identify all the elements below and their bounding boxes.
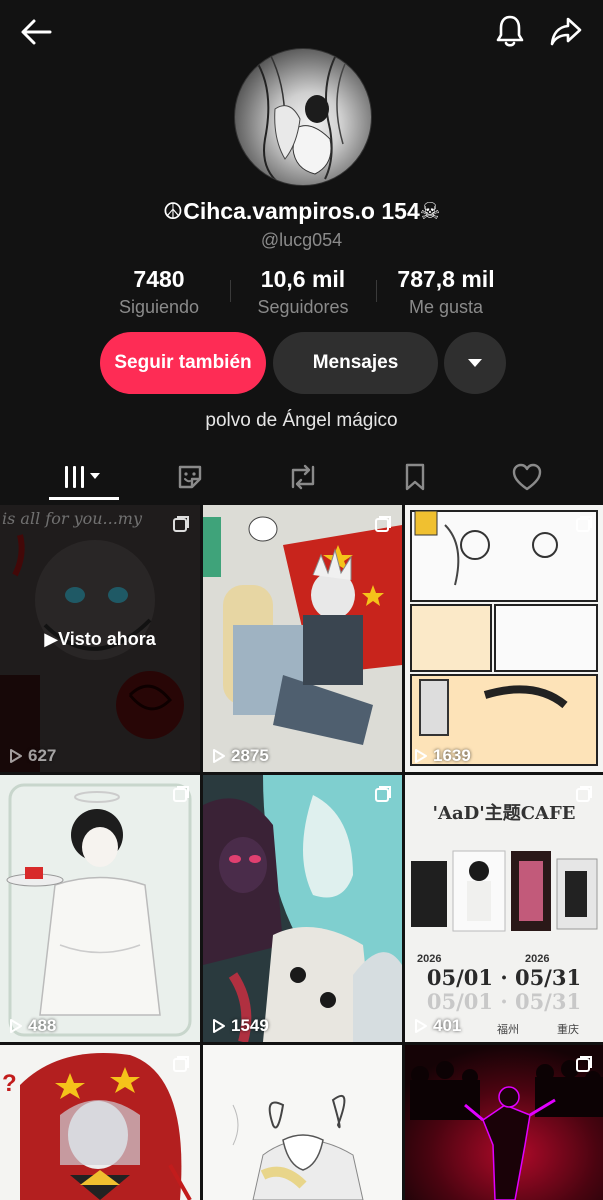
notifications-button[interactable] bbox=[489, 10, 531, 52]
tab-liked[interactable] bbox=[492, 452, 562, 502]
event-city-1: 福州 bbox=[497, 1024, 519, 1036]
display-name: ☮Cihca.vampiros.o 154☠ bbox=[162, 198, 441, 224]
play-outline-icon bbox=[10, 749, 22, 763]
video-thumbnail[interactable]: 2875 bbox=[203, 505, 402, 772]
video-thumbnail[interactable]: is all for you...my ▶Visto ahora 627 bbox=[0, 505, 200, 772]
caret-down-icon bbox=[468, 359, 482, 367]
video-thumbnail[interactable]: ? bbox=[0, 1045, 200, 1200]
event-title: 'AaD'主题CAFE bbox=[432, 803, 576, 824]
following-count: 7480 bbox=[133, 266, 185, 292]
play-outline-icon bbox=[10, 1019, 22, 1033]
thumbnail-art bbox=[405, 1045, 603, 1200]
view-count: 2875 bbox=[212, 746, 269, 766]
thumbnail-art bbox=[203, 505, 402, 772]
event-year-start: 2026 bbox=[417, 953, 442, 965]
likes-count: 787,8 mil bbox=[397, 266, 495, 292]
video-thumbnail[interactable]: 1549 bbox=[203, 775, 402, 1042]
profile-stats: 7480 Siguiendo 10,6 mil Seguidores 787,8… bbox=[0, 266, 603, 322]
multi-image-icon bbox=[173, 786, 189, 802]
active-tab-indicator bbox=[49, 497, 119, 500]
thumbnail-art: ? bbox=[0, 1045, 200, 1200]
view-count: 401 bbox=[414, 1016, 461, 1036]
messages-button[interactable]: Mensajes bbox=[273, 332, 438, 394]
multi-image-icon bbox=[173, 1056, 189, 1072]
event-city-2: 重庆 bbox=[557, 1024, 579, 1036]
multi-image-icon bbox=[576, 1056, 592, 1072]
followers-label: Seguidores bbox=[257, 297, 349, 317]
video-thumbnail[interactable] bbox=[405, 1045, 603, 1200]
stat-likes[interactable]: 787,8 mil Me gusta bbox=[371, 266, 521, 318]
profile-avatar[interactable] bbox=[234, 48, 372, 186]
watched-label: ▶Visto ahora bbox=[44, 629, 156, 649]
sticker-icon bbox=[178, 465, 202, 489]
following-label: Siguiendo bbox=[118, 297, 200, 317]
event-dates: 05/01 · 05/31 bbox=[426, 965, 582, 990]
followers-count: 10,6 mil bbox=[260, 266, 346, 292]
play-outline-icon bbox=[415, 1019, 427, 1033]
video-thumbnail[interactable]: 488 bbox=[0, 775, 200, 1042]
stat-following[interactable]: 7480 Siguiendo bbox=[84, 266, 234, 318]
video-grid: is all for you...my ▶Visto ahora 627 287… bbox=[0, 505, 603, 1200]
likes-label: Me gusta bbox=[408, 297, 484, 317]
stat-followers[interactable]: 10,6 mil Seguidores bbox=[228, 266, 378, 318]
tab-stickers[interactable] bbox=[155, 452, 225, 502]
video-thumbnail[interactable]: 'AaD'主题CAFE 2026 2026 05/01 · 05/31 05/0… bbox=[405, 775, 603, 1042]
svg-text:?: ? bbox=[2, 1070, 17, 1097]
arrow-left-icon bbox=[21, 19, 52, 45]
event-dates-echo: 05/01 · 05/31 bbox=[426, 989, 582, 1014]
bookmark-icon bbox=[405, 463, 425, 491]
multi-image-icon bbox=[375, 516, 391, 532]
back-button[interactable] bbox=[16, 12, 56, 52]
video-thumbnail[interactable]: 1639 bbox=[405, 505, 603, 772]
view-count: 1639 bbox=[414, 746, 471, 766]
thumbnail-art bbox=[0, 775, 200, 1042]
follow-back-button[interactable]: Seguir también bbox=[100, 332, 266, 394]
video-thumbnail[interactable] bbox=[203, 1045, 402, 1200]
share-button[interactable] bbox=[545, 10, 587, 52]
event-year-end: 2026 bbox=[525, 953, 550, 965]
share-arrow-icon bbox=[550, 17, 582, 46]
view-count: 627 bbox=[9, 746, 56, 766]
play-outline-icon bbox=[415, 749, 427, 763]
play-outline-icon bbox=[213, 749, 225, 763]
bell-icon bbox=[496, 15, 524, 47]
view-count: 488 bbox=[9, 1016, 56, 1036]
username: @lucg054 bbox=[260, 230, 343, 250]
thumbnail-art bbox=[203, 775, 402, 1042]
multi-image-icon bbox=[576, 786, 592, 802]
more-options-button[interactable] bbox=[444, 332, 506, 394]
multi-image-icon bbox=[576, 516, 592, 532]
multi-image-icon bbox=[375, 786, 391, 802]
play-outline-icon bbox=[213, 1019, 225, 1033]
avatar-illustration bbox=[254, 53, 346, 185]
profile-bio: polvo de Ángel mágico bbox=[205, 410, 398, 431]
content-tabs bbox=[0, 452, 603, 502]
tab-reposts[interactable] bbox=[268, 452, 338, 502]
tab-favorites[interactable] bbox=[380, 452, 450, 502]
thumbnail-art bbox=[405, 505, 603, 772]
multi-image-icon bbox=[173, 516, 189, 532]
play-small-icon: ▶ bbox=[44, 629, 59, 649]
grid-bars-icon bbox=[65, 466, 100, 488]
repost-icon bbox=[291, 464, 315, 490]
heart-icon bbox=[512, 463, 542, 491]
tab-videos[interactable] bbox=[49, 452, 119, 502]
event-portraits bbox=[411, 850, 598, 932]
thumbnail-art bbox=[203, 1045, 402, 1200]
view-count: 1549 bbox=[212, 1016, 269, 1036]
